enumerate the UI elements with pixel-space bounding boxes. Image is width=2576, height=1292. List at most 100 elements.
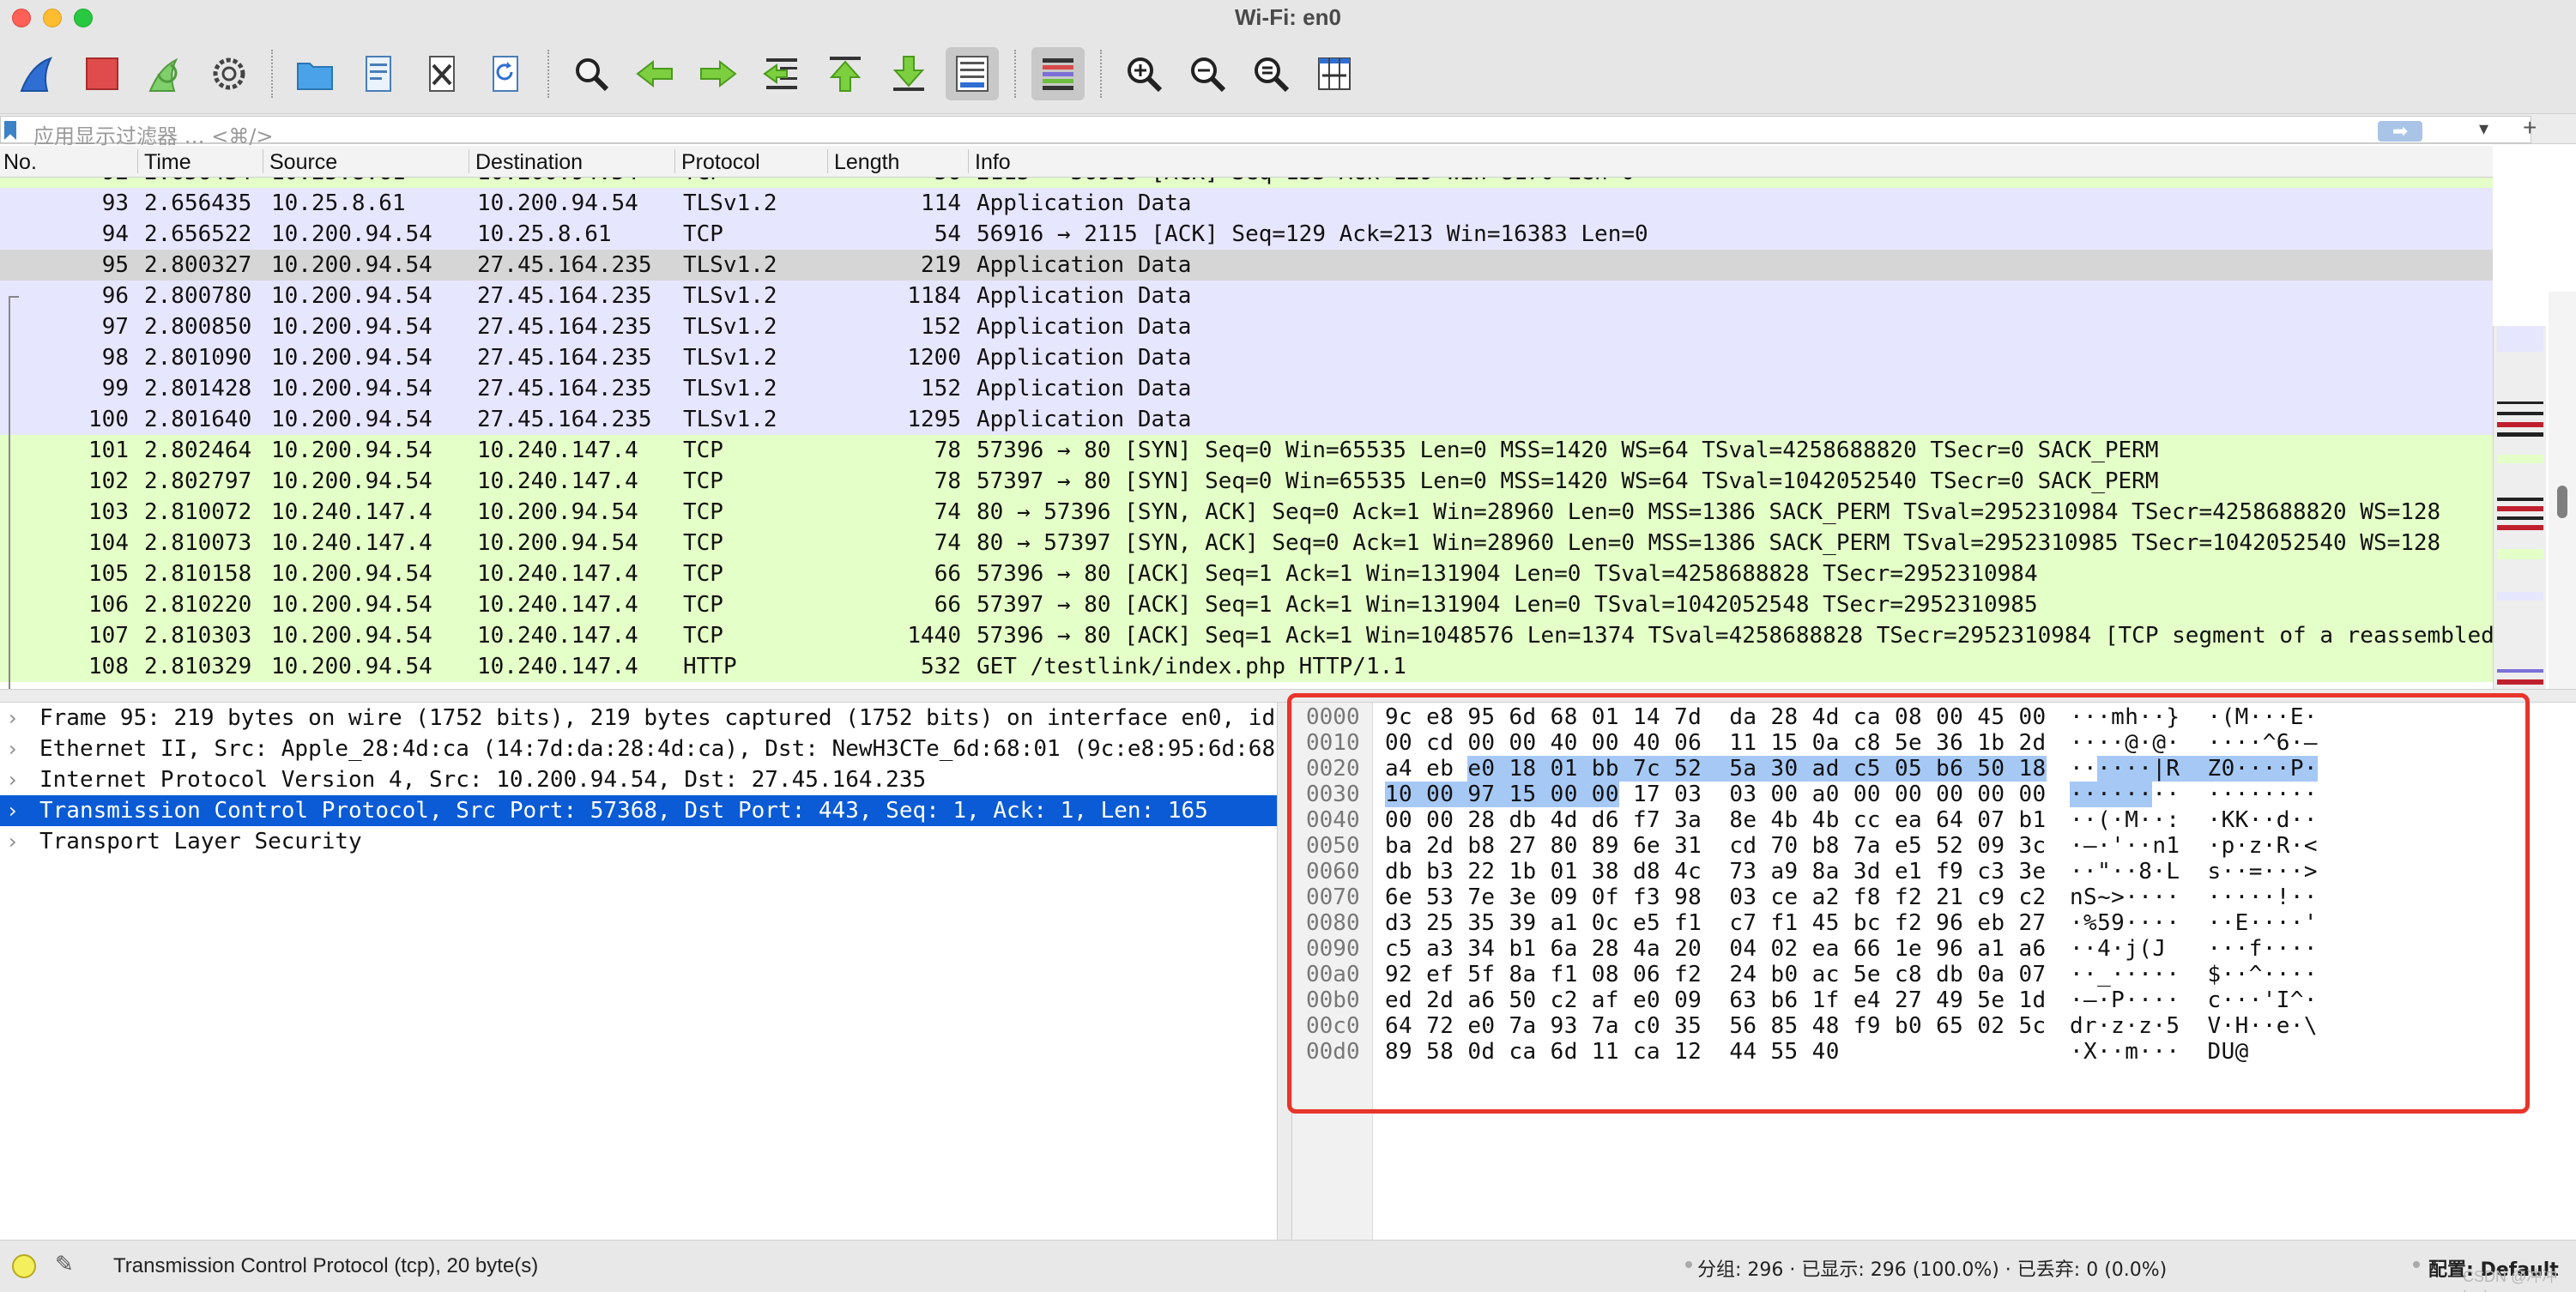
column-destination[interactable]: Destination (475, 150, 583, 175)
packet-row[interactable]: 103 2.810072 10.240.147.4 10.200.94.54 T… (0, 497, 2493, 528)
save-file-button[interactable] (352, 47, 405, 100)
shark-fin-icon (20, 57, 52, 92)
start-capture-button[interactable] (12, 47, 65, 100)
auto-scroll-icon (956, 56, 989, 92)
detail-row-frame[interactable]: › Frame 95: 219 bytes on wire (1752 bits… (0, 703, 1277, 734)
toolbar-separator (1100, 50, 1102, 98)
stop-capture-button[interactable] (76, 47, 129, 100)
close-document-icon (429, 56, 455, 92)
minimap-segment (2497, 679, 2543, 685)
zoom-reset-icon (1255, 57, 1290, 93)
minimap-segment (2497, 326, 2543, 352)
auto-scroll-button[interactable] (946, 47, 999, 100)
restart-capture-button[interactable] (139, 47, 192, 100)
go-to-packet-button[interactable] (755, 47, 808, 100)
packet-row[interactable]: 107 2.810303 10.200.94.54 10.240.147.4 T… (0, 620, 2493, 651)
packet-row[interactable]: 100 2.801640 10.200.94.54 27.45.164.235 … (0, 404, 2493, 435)
column-protocol[interactable]: Protocol (681, 150, 760, 175)
packet-row[interactable]: 92 2.656434 10.25.8.61 10.200.94.54 TCP … (0, 178, 2493, 188)
expert-info-indicator-icon[interactable] (12, 1254, 36, 1278)
filter-placeholder: 应用显示过滤器 … <⌘/> (33, 124, 274, 148)
column-info[interactable]: Info (975, 150, 1011, 175)
open-file-button[interactable] (288, 47, 342, 100)
column-separator[interactable] (827, 149, 828, 173)
close-window-button[interactable] (12, 9, 31, 27)
filter-dropdown-chevron-icon[interactable]: ▾ (2479, 118, 2488, 140)
add-filter-button[interactable]: + (2523, 114, 2537, 142)
expand-chevron-icon[interactable]: › (9, 795, 17, 826)
reload-file-button[interactable] (479, 47, 532, 100)
zoom-out-icon (1191, 57, 1226, 93)
packet-list-scroll-thumb[interactable] (2557, 486, 2567, 518)
packet-row[interactable]: 105 2.810158 10.200.94.54 10.240.147.4 T… (0, 558, 2493, 589)
expand-chevron-icon[interactable]: › (9, 703, 17, 734)
packet-row-selected[interactable]: 95 2.800327 10.200.94.54 27.45.164.235 T… (0, 250, 2493, 281)
detail-row-ethernet[interactable]: › Ethernet II, Src: Apple_28:4d:ca (14:7… (0, 734, 1277, 764)
packet-bytes-pane: 0000 9c e8 95 6d 68 01 14 7d da 28 4d ca… (1292, 703, 2576, 1240)
toolbar-separator (547, 50, 549, 98)
packet-row[interactable]: 94 2.656522 10.200.94.54 10.25.8.61 TCP … (0, 219, 2493, 250)
selected-bytes-highlight: 10 00 97 15 00 00 (1385, 782, 1619, 807)
pane-splitter-horizontal[interactable] (0, 689, 2576, 703)
magnifier-icon (576, 58, 609, 92)
close-file-button[interactable] (415, 47, 469, 100)
packet-row[interactable]: 98 2.801090 10.200.94.54 27.45.164.235 T… (0, 342, 2493, 373)
minimap-segment (2497, 401, 2543, 404)
status-separator-dot (2413, 1261, 2420, 1268)
packet-row[interactable]: 99 2.801428 10.200.94.54 27.45.164.235 T… (0, 373, 2493, 404)
expand-chevron-icon[interactable]: › (9, 826, 17, 857)
display-filter-input[interactable]: 应用显示过滤器 … <⌘/> ➡ ▾ (0, 116, 2531, 148)
zoom-in-button[interactable] (1117, 47, 1170, 100)
minimap-segment (2497, 592, 2543, 601)
go-back-button[interactable] (628, 47, 681, 100)
arrow-up-bar-icon (829, 57, 862, 92)
column-separator[interactable] (968, 149, 969, 173)
packet-row[interactable]: 93 2.656435 10.25.8.61 10.200.94.54 TLSv… (0, 188, 2493, 219)
packet-row[interactable]: 102 2.802797 10.200.94.54 10.240.147.4 T… (0, 466, 2493, 497)
reload-icon (493, 56, 518, 92)
packet-row[interactable]: 97 2.800850 10.200.94.54 27.45.164.235 T… (0, 311, 2493, 342)
minimap-segment (2497, 498, 2543, 501)
expand-chevron-icon[interactable]: › (9, 764, 17, 795)
column-no[interactable]: No. (3, 150, 37, 175)
column-time[interactable]: Time (144, 150, 191, 175)
packet-row[interactable]: 108 2.810329 10.200.94.54 10.240.147.4 H… (0, 651, 2493, 682)
column-source[interactable]: Source (269, 150, 337, 175)
jump-to-icon (763, 58, 797, 89)
normal-size-button[interactable] (1244, 47, 1297, 100)
zoom-out-button[interactable] (1181, 47, 1234, 100)
packet-row[interactable]: 106 2.810220 10.200.94.54 10.240.147.4 T… (0, 589, 2493, 620)
capture-comment-edit-icon[interactable]: ✎ (55, 1251, 74, 1277)
find-packet-button[interactable] (565, 47, 618, 100)
packet-row[interactable]: 101 2.802464 10.200.94.54 10.240.147.4 T… (0, 435, 2493, 466)
zoom-window-button[interactable] (74, 9, 93, 27)
colorize-button[interactable] (1031, 47, 1085, 100)
minimap-segment (2497, 549, 2543, 559)
detail-row-tcp-selected[interactable]: › Transmission Control Protocol, Src Por… (0, 795, 1277, 826)
restart-fin-icon (148, 57, 178, 92)
packet-row[interactable]: 104 2.810073 10.240.147.4 10.200.94.54 T… (0, 528, 2493, 558)
column-separator[interactable] (674, 149, 675, 173)
packet-list-header: No. Time Source Destination Protocol Len… (0, 146, 2493, 178)
stop-square-icon (86, 57, 118, 90)
packet-row[interactable]: 96 2.800780 10.200.94.54 27.45.164.235 T… (0, 281, 2493, 311)
packet-list: No. Time Source Destination Protocol Len… (0, 146, 2576, 835)
detail-row-ipv4[interactable]: › Internet Protocol Version 4, Src: 10.2… (0, 764, 1277, 795)
selected-ascii-highlight: ····|R Z0····P· (2097, 756, 2318, 782)
column-separator[interactable] (137, 149, 138, 173)
go-forward-button[interactable] (692, 47, 745, 100)
bookmark-icon[interactable] (4, 121, 16, 140)
go-last-button[interactable] (882, 47, 935, 100)
detail-row-tls[interactable]: › Transport Layer Security (0, 826, 1277, 857)
resize-columns-button[interactable] (1308, 47, 1361, 100)
pane-splitter-vertical[interactable] (1277, 703, 1292, 1240)
minimize-window-button[interactable] (43, 9, 62, 27)
go-first-button[interactable] (819, 47, 872, 100)
apply-filter-arrow-icon[interactable]: ➡ (2378, 121, 2422, 142)
title-bar: Wi-Fi: en0 (0, 0, 2576, 34)
column-length[interactable]: Length (834, 150, 899, 175)
minimap-segment (2497, 422, 2543, 427)
expand-chevron-icon[interactable]: › (9, 734, 17, 764)
capture-options-button[interactable] (203, 47, 256, 100)
conversation-bracket (9, 296, 19, 689)
